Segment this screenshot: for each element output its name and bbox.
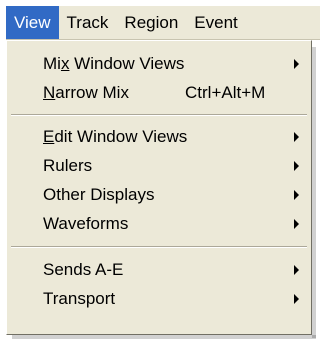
submenu-arrow-icon [294, 160, 299, 171]
menu-item-transport[interactable]: Transport [7, 284, 311, 313]
menu-item-sends-a-e[interactable]: Sends A-E [7, 255, 311, 284]
submenu-arrow-icon [294, 293, 299, 304]
menu-item-label: Narrow Mix [43, 82, 129, 102]
menu-region[interactable]: Region [116, 6, 186, 39]
screen: View Track Region Event Mix Window Views… [0, 0, 320, 348]
menu-item-label: Mix Window Views [43, 53, 185, 73]
menu-view[interactable]: View [6, 6, 59, 39]
menu-separator [11, 246, 307, 248]
menu-item-shortcut: Ctrl+Alt+M [185, 82, 266, 102]
menu-item-label: Transport [43, 288, 116, 308]
menu-item-narrow-mix[interactable]: Narrow Mix Ctrl+Alt+M [7, 78, 311, 107]
menu-shadow [12, 335, 316, 339]
menu-item-edit-window-views[interactable]: Edit Window Views [7, 122, 311, 151]
menu-item-label: Sends A-E [43, 259, 124, 279]
menu-separator [11, 114, 307, 116]
submenu-arrow-icon [294, 58, 299, 69]
submenu-arrow-icon [294, 131, 299, 142]
submenu-arrow-icon [294, 264, 299, 275]
menu-item-label: Edit Window Views [43, 126, 188, 146]
menu-item-label: Waveforms [43, 213, 129, 233]
menu-event[interactable]: Event [186, 6, 245, 39]
submenu-arrow-icon [294, 218, 299, 229]
menu-track[interactable]: Track [59, 6, 117, 39]
menu-item-other-displays[interactable]: Other Displays [7, 180, 311, 209]
menu-item-mix-window-views[interactable]: Mix Window Views [7, 49, 311, 78]
submenu-arrow-icon [294, 189, 299, 200]
menu-bar: View Track Region Event [6, 6, 320, 40]
menu-item-label: Rulers [43, 155, 93, 175]
menu-item-rulers[interactable]: Rulers [7, 151, 311, 180]
menu-item-label: Other Displays [43, 184, 155, 204]
view-dropdown-menu: Mix Window Views Narrow Mix Ctrl+Alt+M E… [6, 40, 316, 338]
menu-item-waveforms[interactable]: Waveforms [7, 209, 311, 238]
